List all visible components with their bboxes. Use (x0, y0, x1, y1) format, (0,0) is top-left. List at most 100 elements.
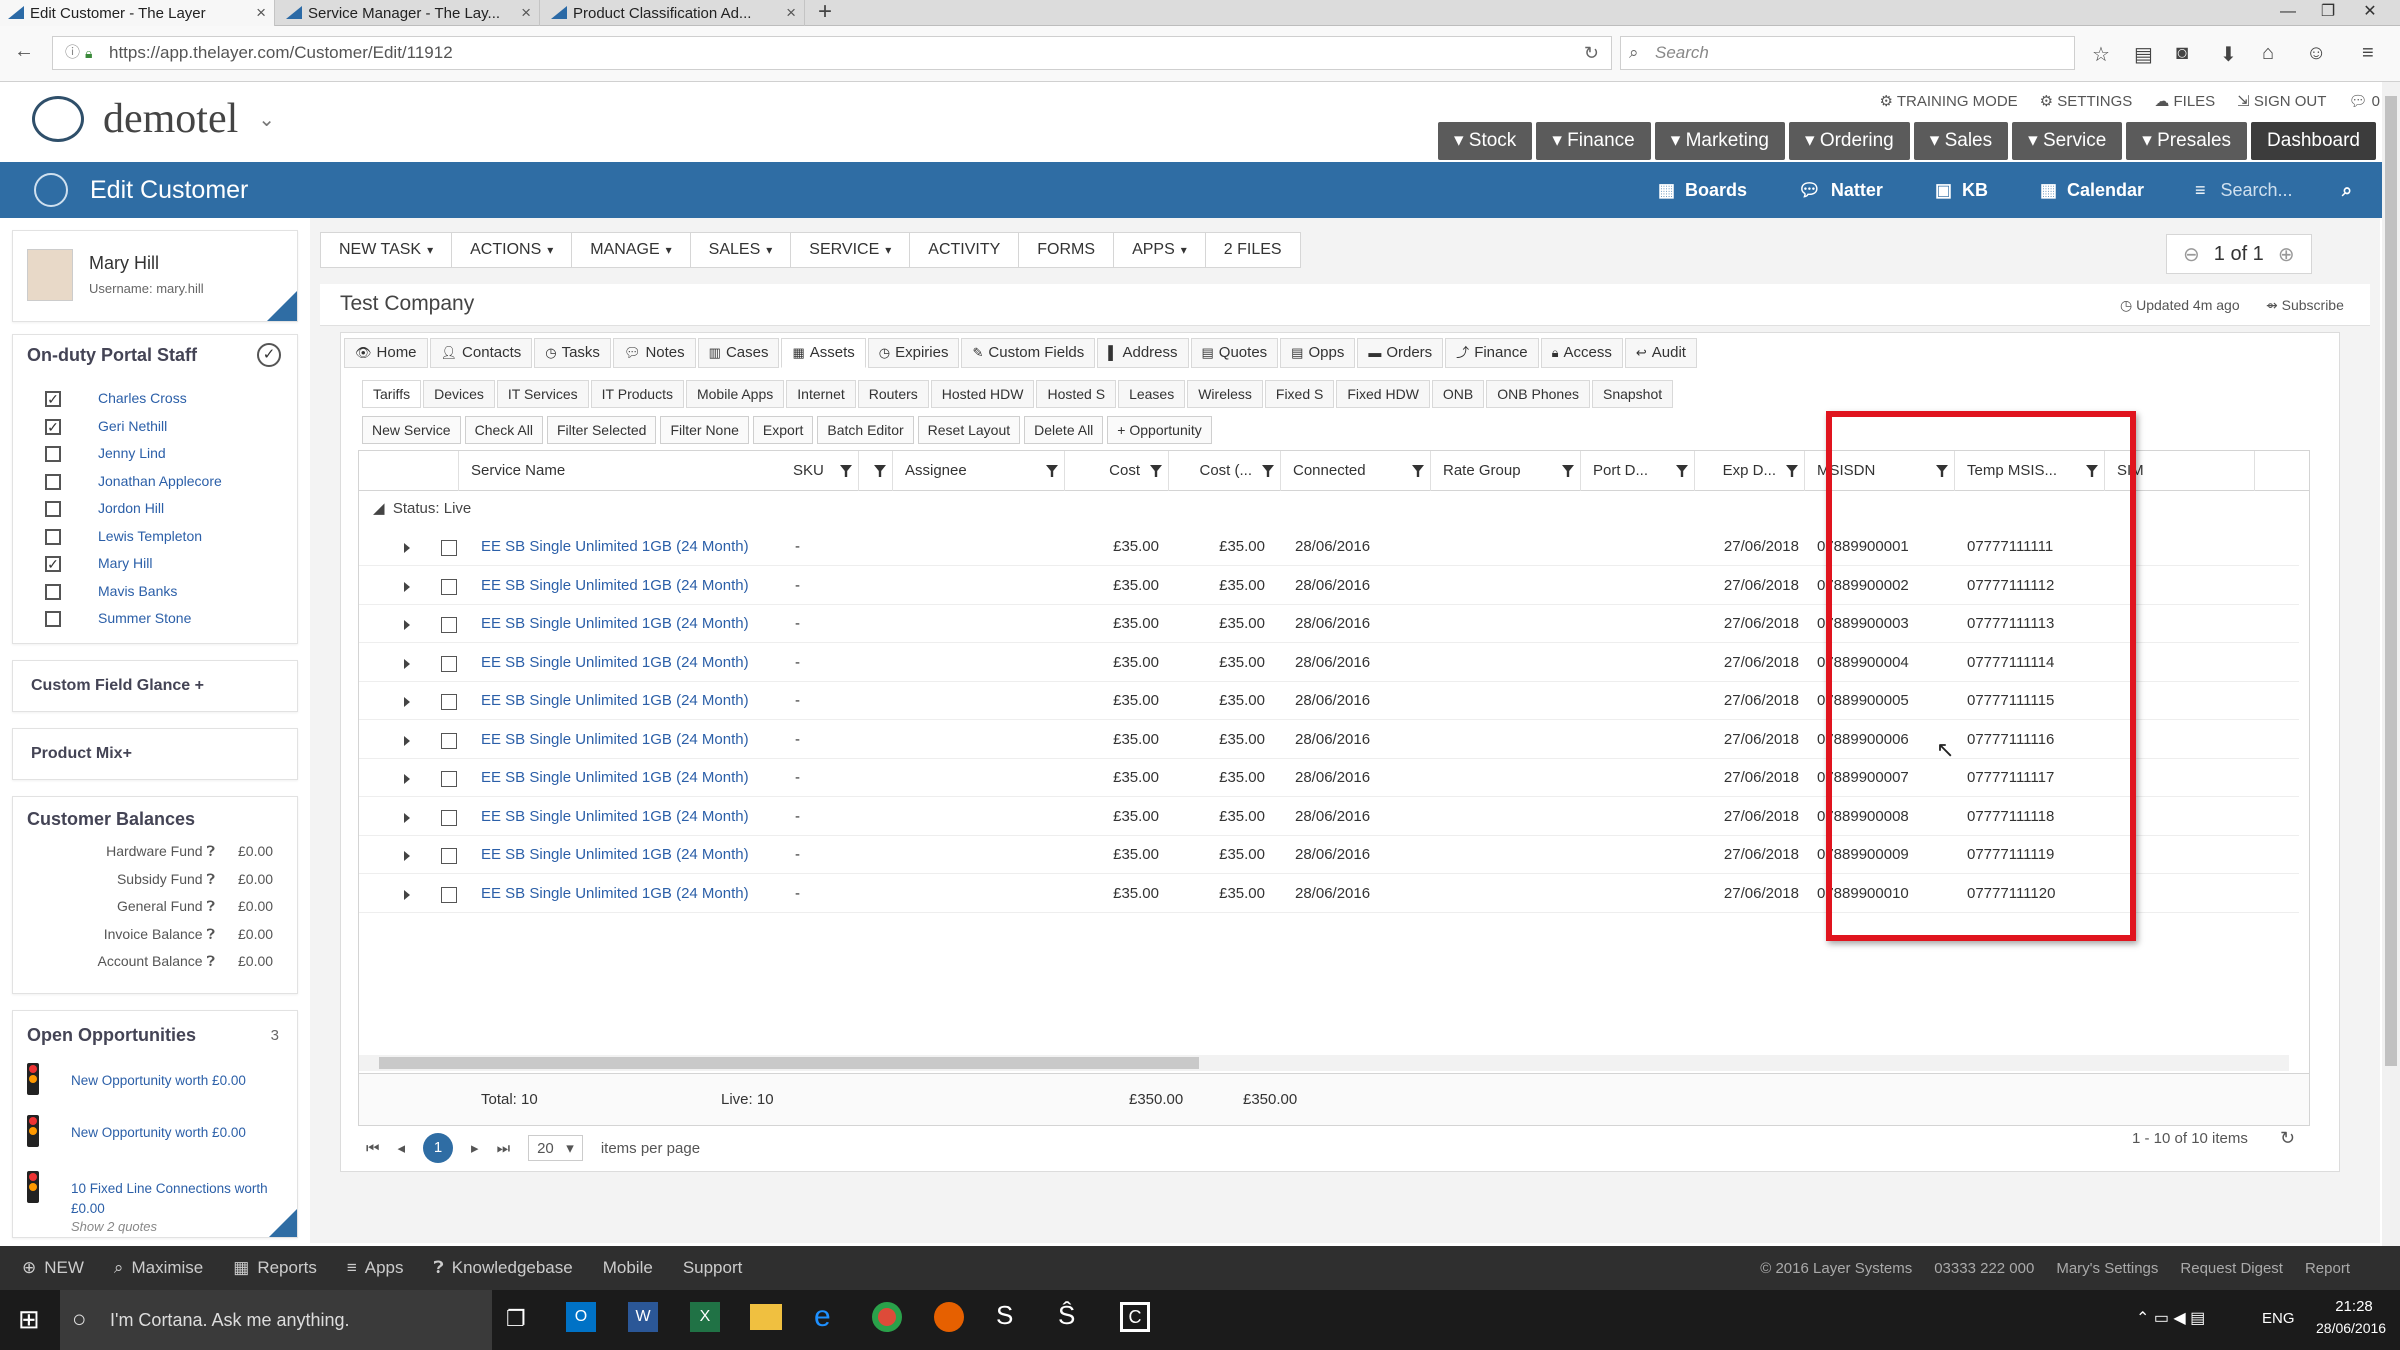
toolbar-forms-button[interactable]: FORMS (1018, 232, 1114, 268)
calendar-button[interactable]: ▦ Calendar (2040, 180, 2144, 201)
browser-tab-product-classification[interactable]: Product Classification Ad... × (543, 0, 805, 26)
subtab-wireless[interactable]: Wireless (1187, 380, 1263, 408)
expand-row-icon[interactable] (404, 543, 410, 553)
page-scrollbar-thumb[interactable] (2385, 96, 2397, 1066)
staff-name[interactable]: Mary Hill (98, 555, 152, 571)
footer-maximise-link[interactable]: ⌕ Maximise (114, 1258, 203, 1278)
scrollbar-thumb[interactable] (379, 1057, 1199, 1069)
url-field[interactable]: ⓘ 🔒︎ https://app.thelayer.com/Customer/E… (52, 36, 1612, 70)
action-new-service-button[interactable]: New Service (362, 416, 461, 444)
staff-checkbox[interactable]: ✓ (45, 418, 61, 435)
firefox-icon[interactable] (934, 1302, 964, 1332)
word-icon[interactable]: W (628, 1302, 658, 1332)
tab-home[interactable]: 👁︎ Home (344, 338, 428, 368)
staff-name[interactable]: Lewis Templeton (98, 528, 202, 544)
row-checkbox[interactable] (441, 655, 457, 672)
browser-tab-edit-customer[interactable]: Edit Customer - The Layer × (0, 0, 275, 26)
prev-page-icon[interactable]: ◂ (398, 1139, 406, 1157)
home-icon[interactable]: ⌂ (2262, 42, 2274, 65)
nav-service[interactable]: ▾ Service (2012, 122, 2123, 160)
staff-name[interactable]: Jonathan Applecore (98, 473, 222, 489)
expand-row-icon[interactable] (404, 658, 410, 669)
training-mode-link[interactable]: ⚙ TRAINING MODE (1879, 92, 2017, 110)
column-header-assignee[interactable]: Assignee (893, 451, 1065, 491)
subtab-fixed-s[interactable]: Fixed S (1264, 380, 1335, 408)
column-header-cost[interactable]: Cost (1065, 451, 1169, 491)
minimize-icon[interactable]: — (2268, 0, 2308, 24)
column-header-cost[interactable]: Cost (... (1169, 451, 1281, 491)
footer-knowledgebase-link[interactable]: ❓︎ Knowledgebase (434, 1258, 573, 1278)
subtab-hosted-hdw[interactable]: Hosted HDW (930, 380, 1035, 408)
action-batch-editor-button[interactable]: Batch Editor (817, 416, 914, 444)
footer-reports-link[interactable]: ▦ Reports (233, 1258, 317, 1278)
subtab-it-products[interactable]: IT Products (590, 380, 684, 408)
service-name-link[interactable]: EE SB Single Unlimited 1GB (24 Month) (481, 644, 749, 682)
subtab-leases[interactable]: Leases (1118, 380, 1186, 408)
staff-checkbox[interactable] (45, 501, 61, 517)
column-header-connected[interactable]: Connected (1281, 451, 1431, 491)
column-header-exp-d[interactable]: Exp D... (1695, 451, 1805, 491)
tab-opps[interactable]: ▤ Opps (1280, 338, 1356, 368)
filter-icon[interactable] (1676, 465, 1688, 477)
new-tab-icon[interactable]: + (818, 0, 832, 26)
tab-cases[interactable]: ▥ Cases (697, 338, 780, 368)
action-filter-selected-button[interactable]: Filter Selected (546, 416, 657, 444)
subtab-mobile-apps[interactable]: Mobile Apps (685, 380, 785, 408)
tab-finance[interactable]: ⤴ Finance (1445, 338, 1539, 368)
tab-assets[interactable]: ▦ Assets (781, 338, 866, 368)
column-header-sku[interactable]: SKU (781, 451, 893, 491)
subtab-tariffs[interactable]: Tariffs (362, 380, 422, 408)
app-s-icon[interactable]: Ŝ (1058, 1300, 1075, 1331)
chrome-icon[interactable] (872, 1302, 902, 1332)
subscribe-button[interactable]: ⇴ Subscribe (2266, 297, 2344, 314)
opportunity-link[interactable]: New Opportunity worth £0.00 (71, 1071, 291, 1091)
row-checkbox[interactable] (441, 578, 457, 595)
close-tab-icon[interactable]: × (786, 3, 796, 23)
pocket-icon[interactable]: ◙ (2176, 42, 2188, 65)
row-checkbox[interactable] (441, 809, 457, 826)
nav-finance[interactable]: ▾ Finance (1536, 122, 1651, 160)
show-quotes-link[interactable]: Show 2 quotes (71, 1219, 157, 1234)
row-checkbox[interactable] (441, 886, 457, 903)
service-name-link[interactable]: EE SB Single Unlimited 1GB (24 Month) (481, 798, 749, 836)
subtab-internet[interactable]: Internet (786, 380, 856, 408)
current-page[interactable]: 1 (423, 1133, 454, 1163)
tab-orders[interactable]: ▬ Orders (1357, 338, 1444, 368)
row-checkbox[interactable] (441, 540, 457, 556)
filter-icon[interactable] (1046, 465, 1058, 477)
action-check-all-button[interactable]: Check All (464, 416, 543, 444)
footer-support-link[interactable]: Support (683, 1258, 743, 1278)
page-size-select[interactable]: 20 ▾ (528, 1135, 583, 1161)
account-icon[interactable]: ☺ (2306, 42, 2326, 65)
toolbar-2-files-button[interactable]: 2 FILES (1204, 232, 1301, 268)
edge-icon[interactable]: e (814, 1300, 831, 1334)
footer-right-item[interactable]: Mary's Settings (2056, 1260, 2158, 1277)
nav-ordering[interactable]: ▾ Ordering (1789, 122, 1910, 160)
tab-tasks[interactable]: ◷ Tasks (534, 338, 611, 368)
browser-search-field[interactable]: ⌕ Search (1620, 36, 2075, 70)
nav-stock[interactable]: ▾ Stock (1437, 122, 1533, 160)
excel-icon[interactable]: X (690, 1302, 720, 1332)
nav-sales[interactable]: ▾ Sales (1913, 122, 2009, 160)
boards-button[interactable]: ▦ Boards (1658, 180, 1747, 201)
subtab-hosted-s[interactable]: Hosted S (1036, 380, 1117, 408)
tab-access[interactable]: 🔒︎ Access (1540, 338, 1623, 368)
download-icon[interactable]: ⬇ (2220, 42, 2237, 67)
demotel-logo-icon[interactable] (32, 96, 84, 142)
expand-row-icon[interactable] (404, 581, 410, 592)
expand-row-icon[interactable] (404, 889, 410, 900)
footer-new-link[interactable]: ⊕ NEW (22, 1258, 84, 1278)
browser-tab-service-manager[interactable]: Service Manager - The Lay... × (278, 0, 540, 26)
row-checkbox[interactable] (441, 694, 457, 710)
last-page-icon[interactable]: ⏭ (497, 1140, 511, 1157)
staff-name[interactable]: Jenny Lind (98, 445, 166, 461)
staff-name[interactable]: Jordon Hill (98, 500, 164, 516)
file-explorer-icon[interactable] (750, 1304, 782, 1330)
tab-custom-fields[interactable]: ✎ Custom Fields (961, 338, 1096, 368)
action-reset-layout-button[interactable]: Reset Layout (917, 416, 1021, 444)
staff-checkbox[interactable] (45, 528, 61, 545)
subtab-snapshot[interactable]: Snapshot (1591, 380, 1674, 408)
action-export-button[interactable]: Export (752, 416, 814, 444)
staff-checkbox[interactable]: ✓ (45, 391, 61, 407)
custom-field-glance[interactable]: Custom Field Glance + (12, 660, 298, 712)
